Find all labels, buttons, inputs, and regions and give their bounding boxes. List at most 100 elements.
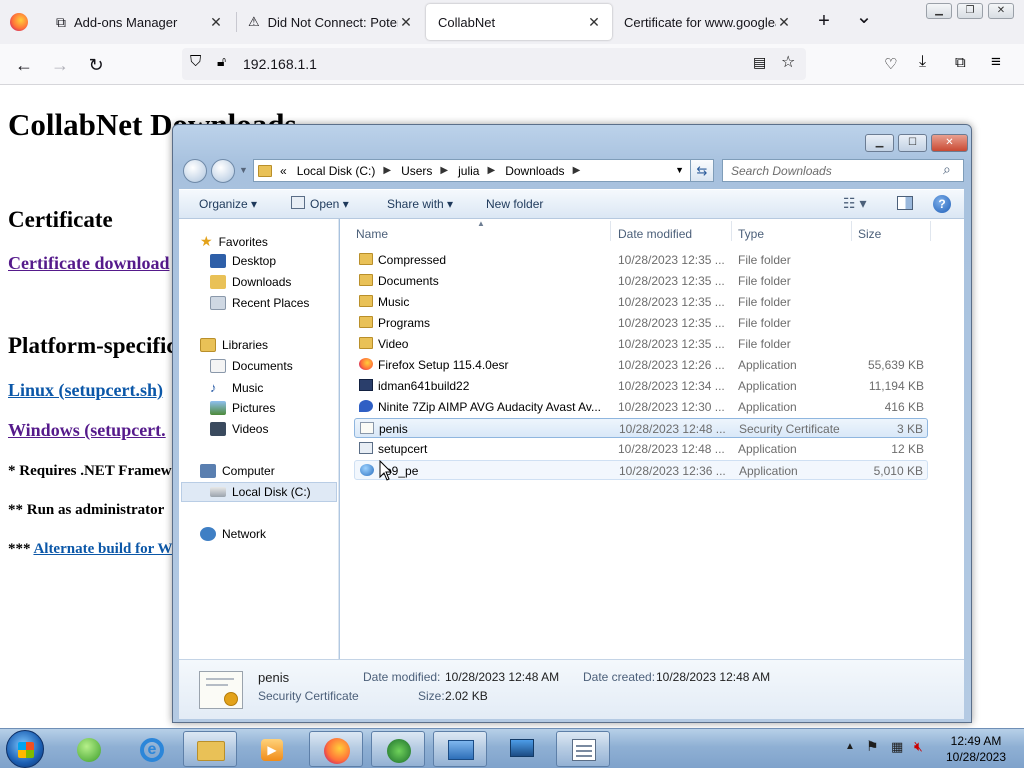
recent-pages-chevron-icon[interactable]: ▼ <box>239 165 248 175</box>
pocket-icon[interactable]: ♡ <box>884 55 897 73</box>
address-bar[interactable]: « Local Disk (C:) ▶ Users ▶ julia ▶ Down… <box>253 159 691 182</box>
linux-link[interactable]: Linux (setupcert.sh) <box>8 380 163 401</box>
file-row[interactable]: Firefox Setup 115.4.0esr 10/28/2023 12:26… <box>354 355 928 375</box>
taskbar-firefox-icon[interactable] <box>309 731 363 767</box>
taskbar-explorer-icon[interactable] <box>183 731 237 767</box>
breadcrumb-downloads[interactable]: Downloads <box>505 164 564 178</box>
file-row[interactable]: Programs 10/28/2023 12:35 ... File folder <box>354 313 928 333</box>
taskbar-idm-icon[interactable] <box>371 731 425 767</box>
file-row[interactable]: Documents 10/28/2023 12:35 ... File folder <box>354 271 928 291</box>
close-tab-icon[interactable]: ✕ <box>208 14 224 31</box>
column-header-name[interactable]: Name <box>356 227 388 241</box>
file-row[interactable]: Music 10/28/2023 12:35 ... File folder <box>354 292 928 312</box>
nav-favorites[interactable]: ★ Favorites <box>200 233 268 250</box>
list-all-tabs-button[interactable]: ⌄ <box>852 6 876 30</box>
url-text[interactable]: 192.168.1.1 <box>243 56 317 72</box>
close-tab-icon[interactable]: ✕ <box>398 14 414 31</box>
close-window-button[interactable]: ✕ <box>988 3 1014 19</box>
nav-videos[interactable]: Videos <box>210 422 268 436</box>
explorer-close-button[interactable]: ✕ <box>931 134 968 152</box>
breadcrumb-arrow-icon[interactable]: ▶ <box>573 165 581 176</box>
search-input[interactable]: Search Downloads <box>722 159 964 182</box>
action-center-flag-icon[interactable]: ⚑ <box>866 738 879 755</box>
open-icon[interactable] <box>291 196 305 209</box>
nav-desktop[interactable]: Desktop <box>210 254 276 268</box>
nav-downloads[interactable]: Downloads <box>210 275 291 289</box>
taskbar-media-player-icon[interactable]: ▶ <box>245 731 299 767</box>
forward-button[interactable]: → <box>47 52 73 78</box>
file-row[interactable]: setupcert 10/28/2023 12:48 ... Application… <box>354 439 928 459</box>
file-row[interactable]: penis 10/28/2023 12:48 ... Security Certif… <box>354 418 928 438</box>
explorer-forward-button[interactable] <box>211 159 235 183</box>
nav-pictures[interactable]: Pictures <box>210 401 275 415</box>
breadcrumb-arrow-icon[interactable]: ▶ <box>383 165 391 176</box>
file-row[interactable]: idman641build22 10/28/2023 12:34 ... Appli… <box>354 376 928 396</box>
insecure-lock-icon[interactable]: 🔓︎ <box>217 53 226 70</box>
breadcrumb-arrow-icon[interactable]: ▶ <box>440 165 448 176</box>
reload-button[interactable]: ↻ <box>83 52 109 78</box>
explorer-minimize-button[interactable]: ▁ <box>865 134 894 152</box>
preview-pane-icon[interactable] <box>897 196 913 210</box>
organize-button[interactable]: Organize ▾ <box>199 197 257 211</box>
reader-view-icon[interactable]: ▤ <box>753 54 766 71</box>
downloads-icon[interactable]: ⤓ <box>919 53 926 71</box>
tab-addons-manager[interactable]: ⧉ Add-ons Manager ✕ <box>44 4 234 40</box>
column-header-date[interactable]: Date modified <box>618 227 692 241</box>
tab-collabnet[interactable]: CollabNet ✕ <box>426 4 612 40</box>
nav-libraries[interactable]: Libraries <box>200 338 268 352</box>
certificate-download-link[interactable]: Certificate download <box>8 253 169 274</box>
help-icon[interactable]: ? <box>933 195 951 213</box>
tab-certificate[interactable]: Certificate for www.googleads ✕ <box>612 4 802 40</box>
close-tab-icon[interactable]: ✕ <box>776 14 792 31</box>
taskbar-windows-update-icon[interactable] <box>62 731 116 767</box>
menu-icon[interactable]: ≡ <box>991 52 1001 72</box>
alternate-build-link[interactable]: Alternate build for W <box>33 541 172 557</box>
nav-local-disk[interactable]: Local Disk (C:) <box>210 485 311 499</box>
new-tab-button[interactable]: + <box>812 10 836 34</box>
url-bar[interactable]: ⛉ 🔓︎ 192.168.1.1 ▤ ☆ <box>182 48 806 80</box>
volume-muted-icon[interactable]: 🔇︎ <box>914 738 923 755</box>
nav-documents[interactable]: Documents <box>210 359 293 373</box>
taskbar-internet-explorer-icon[interactable]: e <box>125 731 179 767</box>
shield-icon[interactable]: ⛉ <box>190 53 201 70</box>
taskbar-notepad-icon[interactable] <box>556 731 610 767</box>
tab-did-not-connect[interactable]: ⚠ Did Not Connect: Potential ✕ <box>236 4 424 40</box>
column-header-type[interactable]: Type <box>738 227 764 241</box>
back-button[interactable]: ← <box>11 52 37 78</box>
refresh-button[interactable]: ⇆ <box>690 159 714 182</box>
close-tab-icon[interactable]: ✕ <box>586 14 602 31</box>
breadcrumb-julia[interactable]: julia <box>458 164 479 178</box>
nav-music[interactable]: ♪ Music <box>210 380 263 395</box>
restore-button[interactable]: ❐ <box>957 3 983 19</box>
taskbar-clock[interactable]: 12:49 AM 10/28/2023 <box>936 733 1016 765</box>
view-options-icon[interactable]: ☷ ▾ <box>843 195 866 212</box>
file-row[interactable]: so9_pe 10/28/2023 12:36 ... Application 5,0… <box>354 460 928 480</box>
open-button[interactable]: Open ▾ <box>310 197 349 211</box>
explorer-maximize-button[interactable]: ☐ <box>898 134 927 152</box>
file-row[interactable]: Ninite 7Zip AIMP AVG Audacity Avast Av..… <box>354 397 928 417</box>
breadcrumb-users[interactable]: Users <box>401 164 432 178</box>
address-dropdown-icon[interactable]: ▼ <box>675 165 684 175</box>
share-with-button[interactable]: Share with ▾ <box>387 197 453 211</box>
extensions-icon[interactable]: ⧉ <box>955 54 966 71</box>
windows-link[interactable]: Windows (setupcert. <box>8 420 166 441</box>
column-separator[interactable] <box>731 221 732 241</box>
show-hidden-icons-icon[interactable]: ▲ <box>845 741 855 752</box>
new-folder-button[interactable]: New folder <box>486 197 543 211</box>
explorer-back-button[interactable] <box>183 159 207 183</box>
start-button[interactable] <box>6 730 44 768</box>
column-header-size[interactable]: Size <box>858 227 881 241</box>
column-separator[interactable] <box>610 221 611 241</box>
breadcrumb-overflow[interactable]: « <box>280 164 287 178</box>
breadcrumb-arrow-icon[interactable]: ▶ <box>487 165 495 176</box>
taskbar-control-panel-icon[interactable] <box>433 731 487 767</box>
breadcrumb-local-disk[interactable]: Local Disk (C:) <box>297 164 376 178</box>
taskbar-computer-icon[interactable] <box>495 731 549 767</box>
file-row[interactable]: Compressed 10/28/2023 12:35 ... File folde… <box>354 250 928 270</box>
nav-recent-places[interactable]: Recent Places <box>210 296 309 310</box>
column-separator[interactable] <box>930 221 931 241</box>
column-separator[interactable] <box>851 221 852 241</box>
file-row[interactable]: Video 10/28/2023 12:35 ... File folder <box>354 334 928 354</box>
minimize-button[interactable]: ▁ <box>926 3 952 19</box>
nav-network[interactable]: Network <box>200 527 266 541</box>
